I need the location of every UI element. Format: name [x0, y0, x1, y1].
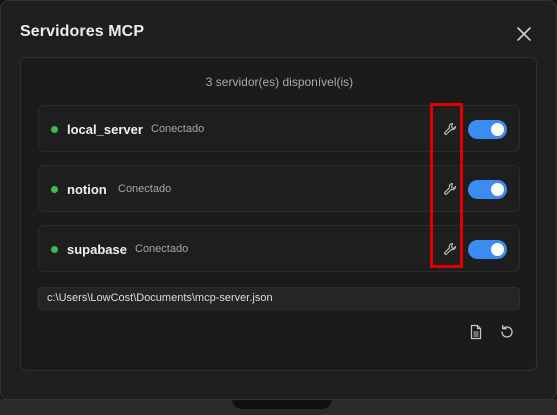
toggle-knob: [491, 123, 504, 136]
dialog-title: Servidores MCP: [20, 23, 145, 40]
configure-server-button[interactable]: [442, 181, 458, 197]
refresh-icon: [501, 324, 513, 338]
servers-panel: 3 servidor(es) disponível(is) local_serv…: [20, 57, 537, 371]
status-dot: [51, 186, 58, 193]
server-enabled-toggle[interactable]: [468, 120, 507, 139]
config-path-field[interactable]: c:\Users\LowCost\Documents\mcp-server.js…: [38, 287, 520, 310]
server-name: supabase: [67, 242, 127, 257]
server-status: Conectado: [118, 183, 172, 195]
wrench-icon: [444, 182, 457, 195]
server-enabled-toggle[interactable]: [468, 240, 507, 259]
server-enabled-toggle[interactable]: [468, 180, 507, 199]
wrench-icon: [444, 242, 457, 255]
app-bottom-strip: [0, 399, 557, 415]
reload-servers-button[interactable]: [498, 323, 516, 341]
server-count: 3 servidor(es) disponível(is): [205, 75, 354, 89]
status-dot: [51, 246, 58, 253]
mcp-servers-dialog: Servidores MCP 3 servidor(es) disponível…: [0, 0, 557, 400]
server-row-local-server: local_server Conectado: [38, 105, 520, 152]
server-row-notion: notion Conectado: [38, 165, 520, 212]
server-name: local_server: [67, 122, 143, 137]
status-dot: [51, 126, 58, 133]
server-row-supabase: supabase Conectado: [38, 225, 520, 272]
wrench-icon: [444, 122, 457, 135]
server-status: Conectado: [151, 123, 205, 135]
open-config-file-button[interactable]: [467, 323, 485, 341]
document-icon: [470, 324, 482, 340]
server-name: notion: [67, 182, 107, 197]
close-button[interactable]: [513, 23, 535, 45]
configure-server-button[interactable]: [442, 121, 458, 137]
toggle-knob: [491, 243, 504, 256]
configure-server-button[interactable]: [442, 241, 458, 257]
close-icon: [517, 27, 531, 41]
server-status: Conectado: [135, 243, 189, 255]
toggle-knob: [491, 183, 504, 196]
